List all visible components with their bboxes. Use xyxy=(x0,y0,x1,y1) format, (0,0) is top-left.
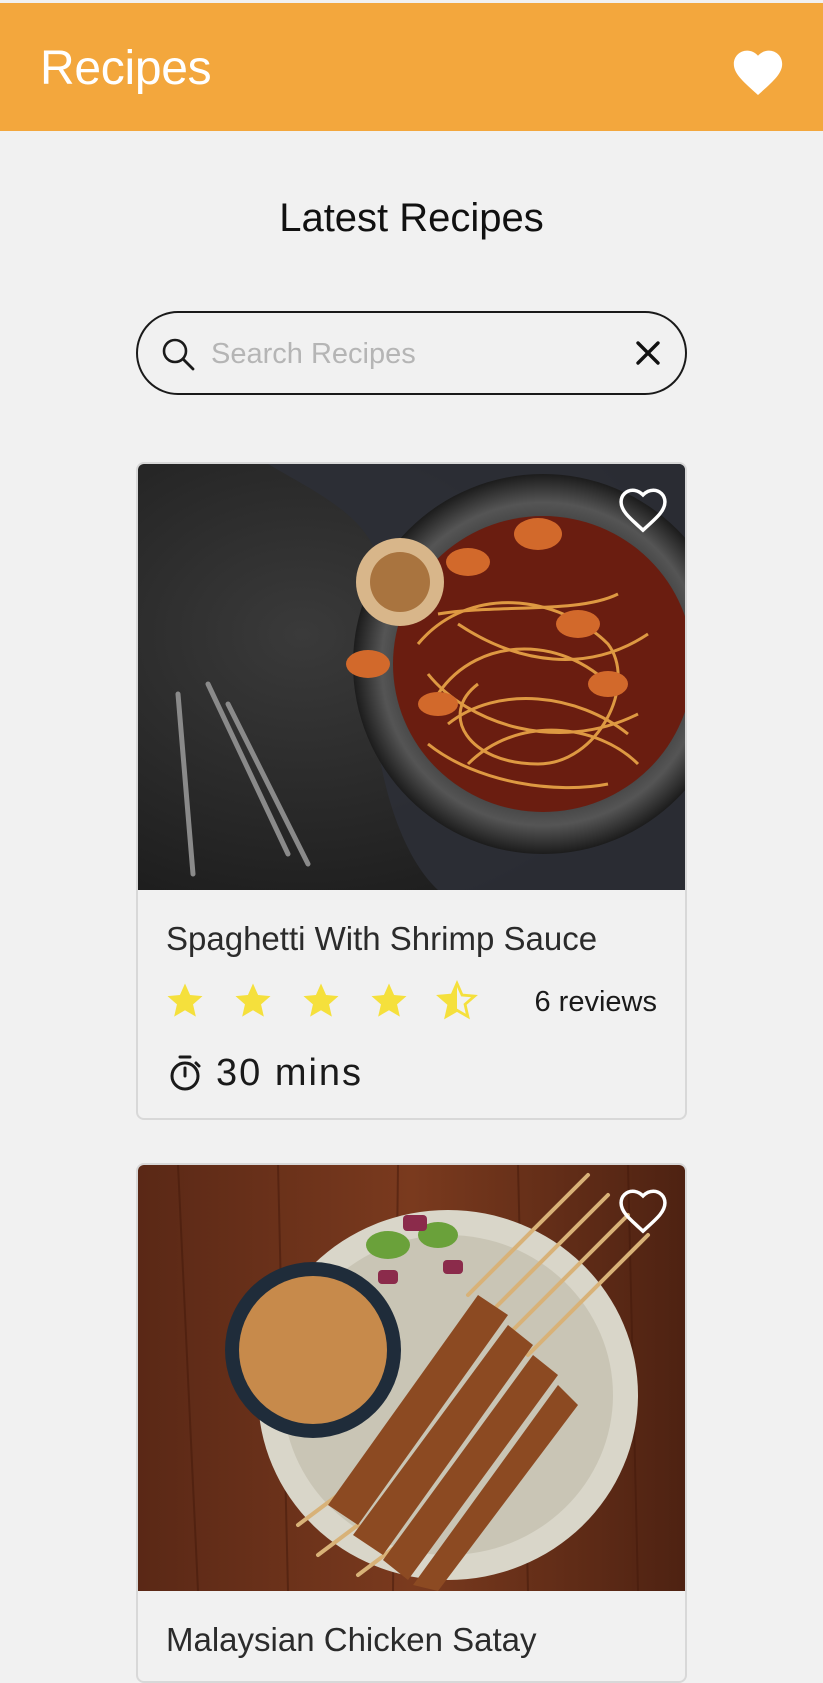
close-icon[interactable] xyxy=(633,338,663,368)
recipe-image-satay[interactable] xyxy=(138,1165,685,1591)
cook-time-text: 30 mins xyxy=(216,1051,364,1094)
recipe-image-spaghetti[interactable] xyxy=(138,464,685,890)
star-half-icon xyxy=(436,980,478,1020)
recipe-card[interactable]: Spaghetti With Shrimp Sauce 6 reviews 30… xyxy=(136,462,687,1120)
page-title: Latest Recipes xyxy=(279,196,544,240)
app-bar: Recipes xyxy=(0,3,823,131)
app-title: Recipes xyxy=(40,42,212,95)
recipe-title[interactable]: Malaysian Chicken Satay xyxy=(166,1621,537,1659)
heart-outline-icon[interactable] xyxy=(615,1183,671,1235)
star-filled-icon xyxy=(371,983,407,1017)
cook-time: 30 mins xyxy=(168,1048,363,1098)
star-rating xyxy=(164,980,478,1024)
star-filled-icon xyxy=(167,983,203,1017)
star-filled-icon xyxy=(303,983,339,1017)
heart-filled-icon[interactable] xyxy=(729,43,787,97)
recipe-card[interactable]: Malaysian Chicken Satay xyxy=(136,1163,687,1683)
search-bar xyxy=(136,311,687,395)
search-icon xyxy=(162,338,195,371)
timer-icon xyxy=(170,1055,201,1091)
star-filled-icon xyxy=(235,983,271,1017)
review-count: 6 reviews xyxy=(534,986,658,1018)
search-input[interactable] xyxy=(209,327,613,381)
heart-outline-icon[interactable] xyxy=(615,482,671,534)
recipe-title[interactable]: Spaghetti With Shrimp Sauce xyxy=(166,920,597,958)
